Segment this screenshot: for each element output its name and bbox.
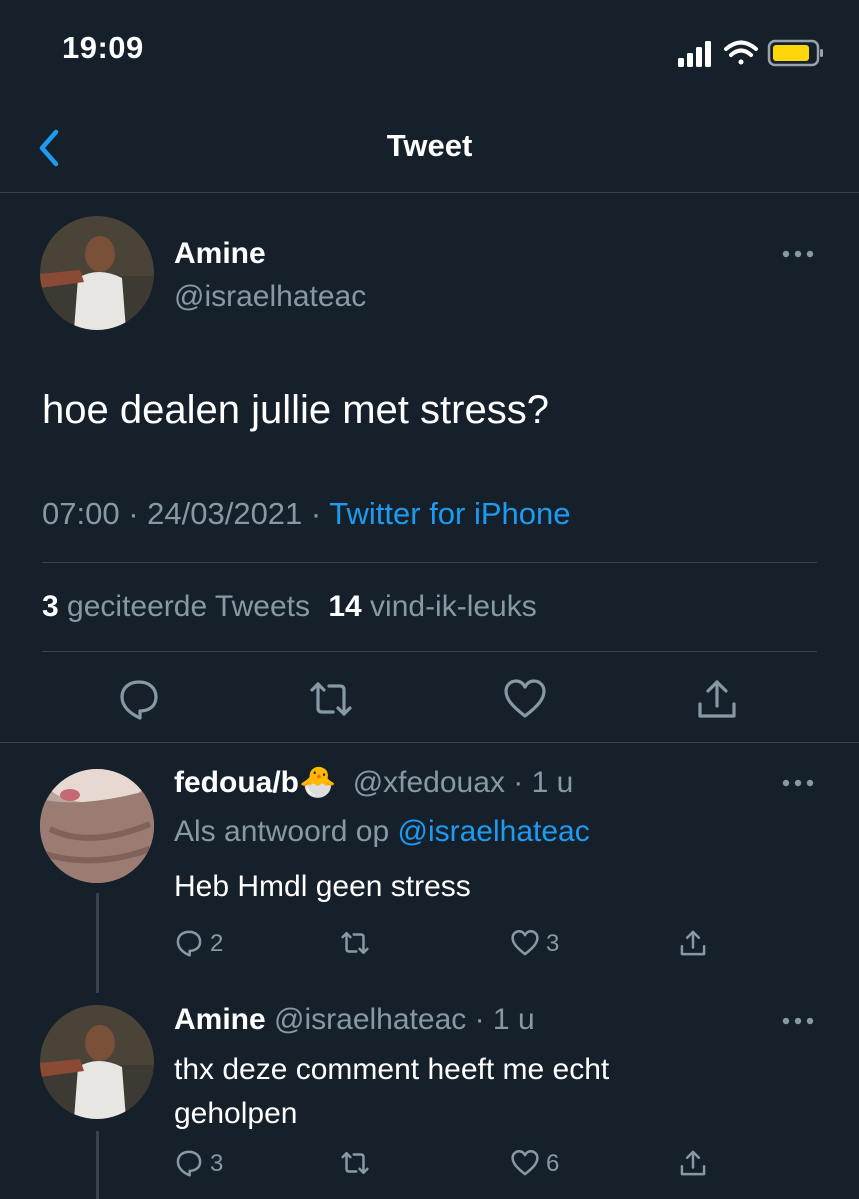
- retweet-icon[interactable]: [340, 1148, 370, 1178]
- reply-to-prefix: Als antwoord op: [174, 815, 390, 848]
- retweet-icon[interactable]: [340, 928, 370, 958]
- reply-text: Heb Hmdl geen stress: [174, 870, 471, 903]
- like-label: vind-ik-leuks: [370, 590, 537, 623]
- reply-text-line: geholpen: [174, 1097, 298, 1130]
- more-options-icon[interactable]: [780, 248, 820, 260]
- reply-tweet[interactable]: Amine @israelhateac · 1 u thx deze comme…: [0, 993, 859, 1199]
- meta-separator: ·: [504, 766, 532, 799]
- reply-icon[interactable]: [116, 676, 162, 722]
- like-count: 6: [546, 1150, 560, 1177]
- reply-author-name[interactable]: fedoua/b: [174, 766, 299, 799]
- author-name[interactable]: Amine: [174, 237, 266, 271]
- page-title: Tweet: [386, 128, 473, 163]
- reply-to-handle[interactable]: @israelhateac: [397, 815, 589, 848]
- engagement-stats: 3 geciteerde Tweets 14 vind-ik-leuks: [42, 590, 537, 624]
- reply-author-name[interactable]: Amine: [174, 1003, 266, 1036]
- divider: [42, 651, 817, 652]
- retweet-icon[interactable]: [308, 676, 354, 722]
- share-icon[interactable]: [678, 928, 708, 958]
- meta-separator: ·: [466, 1003, 493, 1036]
- nav-bar: Tweet: [0, 100, 859, 193]
- like-icon[interactable]: [510, 928, 540, 958]
- avatar-photo: [40, 1005, 154, 1119]
- reply-header: fedoua/b🐣 @xfedouax · 1 u: [174, 765, 573, 800]
- reply-age: 1 u: [492, 1003, 535, 1036]
- more-options-icon[interactable]: [780, 1015, 820, 1027]
- reply-icon[interactable]: [174, 1148, 204, 1178]
- avatar[interactable]: [40, 1005, 154, 1119]
- tweet-time: 07:00: [42, 496, 120, 531]
- meta-separator: ·: [119, 496, 148, 531]
- share-icon[interactable]: [694, 676, 740, 722]
- divider: [42, 562, 817, 563]
- like-stat[interactable]: 14 vind-ik-leuks: [328, 590, 536, 623]
- battery-icon: [767, 39, 823, 67]
- tweet-text: hoe dealen jullie met stress?: [42, 388, 549, 432]
- reply-icon[interactable]: [174, 928, 204, 958]
- reply-count: 2: [210, 930, 224, 957]
- status-time: 19:09: [62, 30, 144, 65]
- avatar[interactable]: [40, 216, 154, 330]
- reply-author-handle[interactable]: @xfedouax: [353, 766, 505, 799]
- quote-label: geciteerde Tweets: [67, 590, 310, 623]
- tweet-date: 24/03/2021: [147, 496, 303, 531]
- reply-tweet[interactable]: fedoua/b🐣 @xfedouax · 1 u Als antwoord o…: [0, 743, 859, 993]
- thread-line: [96, 893, 99, 993]
- thread-line: [96, 1131, 99, 1199]
- author-handle[interactable]: @israelhateac: [174, 280, 366, 314]
- reply-age: 1 u: [531, 766, 574, 799]
- reply-header: Amine @israelhateac · 1 u: [174, 1003, 535, 1037]
- quote-stat[interactable]: 3 geciteerde Tweets: [42, 590, 310, 623]
- reply-text: thx deze comment heeft me echt geholpen: [174, 1048, 609, 1136]
- quote-count: 3: [42, 590, 59, 623]
- like-count: 14: [328, 590, 362, 623]
- wifi-icon: [724, 40, 758, 65]
- like-icon[interactable]: [502, 676, 548, 722]
- status-bar: 19:09: [0, 0, 859, 100]
- like-icon[interactable]: [510, 1148, 540, 1178]
- share-icon[interactable]: [678, 1148, 708, 1178]
- more-options-icon[interactable]: [780, 777, 820, 789]
- chick-emoji-icon: 🐣: [299, 766, 337, 799]
- reply-author-handle[interactable]: @israelhateac: [274, 1003, 466, 1036]
- avatar[interactable]: [40, 769, 154, 883]
- reply-text-line: thx deze comment heeft me echt: [174, 1053, 610, 1086]
- avatar-photo: [40, 216, 154, 330]
- like-count: 3: [546, 930, 560, 957]
- tweet-source-link[interactable]: Twitter for iPhone: [329, 496, 570, 531]
- tweet-meta: 07:00 · 24/03/2021 · Twitter for iPhone: [42, 496, 571, 532]
- signal-icon: [678, 41, 711, 67]
- reply-context: Als antwoord op @israelhateac: [174, 815, 590, 849]
- avatar-photo: [40, 769, 154, 883]
- meta-separator: ·: [302, 496, 330, 531]
- reply-count: 3: [210, 1150, 224, 1177]
- status-icons: [678, 39, 823, 67]
